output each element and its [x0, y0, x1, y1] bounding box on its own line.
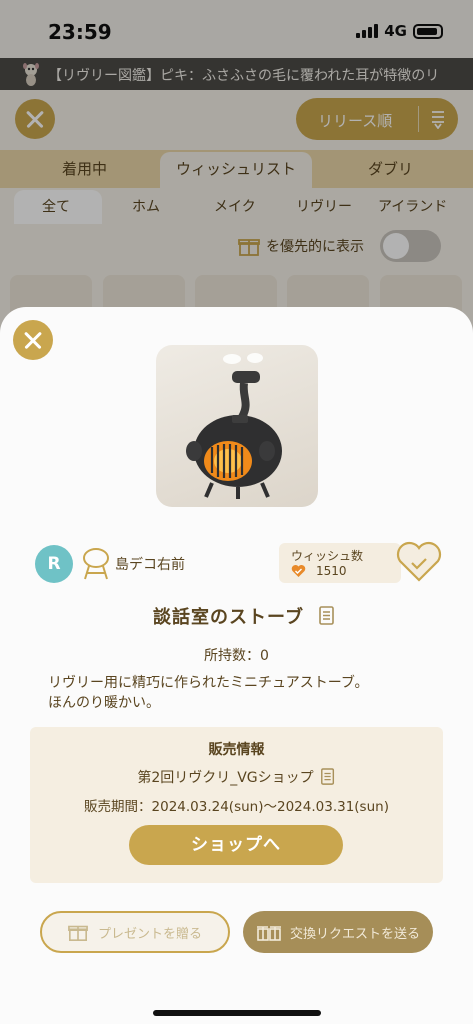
- item-title: 談話室のストーブ: [153, 607, 304, 628]
- close-icon[interactable]: [13, 320, 53, 360]
- send-gift-button[interactable]: プレゼントを贈る: [40, 911, 230, 953]
- exchange-gift-icon: [256, 926, 281, 941]
- wish-count: 1510: [316, 564, 347, 578]
- document-icon[interactable]: [320, 768, 336, 786]
- item-image: [156, 345, 318, 507]
- description-line: ほんのり暖かい。: [48, 695, 160, 711]
- wish-count-box: ウィッシュ数 1510: [279, 543, 401, 583]
- description-line: リヴリー用に精巧に作られたミニチュアストーブ。: [48, 675, 369, 691]
- shop-row[interactable]: 第2回リヴクリ_VGショップ: [30, 767, 443, 787]
- item-title-row: 談話室のストーブ: [0, 603, 473, 629]
- item-description: リヴリー用に精巧に作られたミニチュアストーブ。 ほんのり暖かい。: [48, 673, 448, 713]
- heart-check-icon: [291, 565, 306, 577]
- gift-icon: [68, 925, 88, 941]
- send-trade-request-button[interactable]: 交換リクエストを送る: [243, 911, 433, 953]
- shop-name[interactable]: 第2回リヴクリ_VGショップ: [137, 767, 313, 787]
- item-detail-sheet: R 島デコ右前 ウィッシュ数 1510 談話室のストーブ 所持数：0 リヴリー用…: [0, 307, 473, 1024]
- trade-button-label: 交換リクエストを送る: [289, 926, 420, 942]
- creator-name[interactable]: 島デコ右前: [115, 554, 185, 574]
- sale-info-box: 販売情報 第2回リヴクリ_VGショップ 販売期間：2024.03.24(sun)…: [30, 727, 443, 883]
- creator-badge-icon: [83, 548, 109, 580]
- creator-info[interactable]: R 島デコ右前: [35, 545, 185, 583]
- gift-button-label: プレゼントを贈る: [97, 926, 202, 942]
- home-indicator[interactable]: [153, 1010, 321, 1016]
- sale-period: 販売期間：2024.03.24(sun)〜2024.03.31(sun): [84, 799, 389, 815]
- wish-label: ウィッシュ数: [291, 549, 364, 563]
- go-to-shop-button[interactable]: ショップへ: [129, 825, 343, 865]
- wishlist-heart-button[interactable]: [396, 541, 442, 583]
- owned-count: 所持数：0: [204, 648, 269, 664]
- stove-illustration: [186, 353, 282, 499]
- sale-title: 販売情報: [208, 742, 265, 758]
- document-icon[interactable]: [318, 606, 336, 626]
- avatar[interactable]: R: [35, 545, 73, 583]
